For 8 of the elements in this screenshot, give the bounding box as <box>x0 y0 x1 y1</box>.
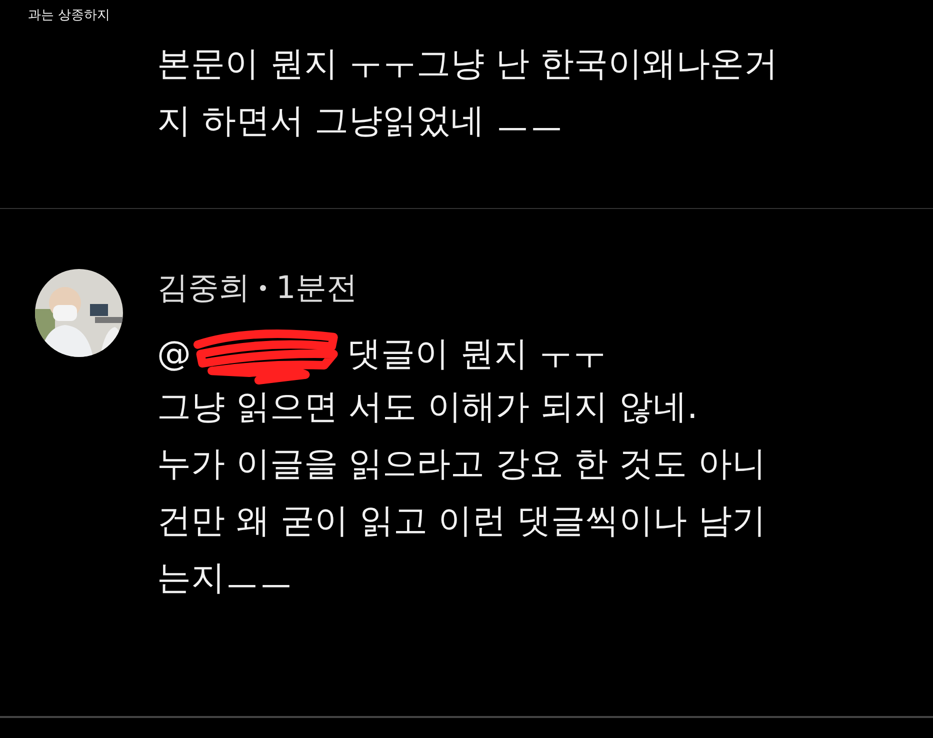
mention-link[interactable]: @ <box>157 334 191 374</box>
comment-text: 본문이 뭔지 ㅜㅜ그냥 난 한국이왜나온거 지 하면서 그냥읽었네 ㅡㅡ <box>157 43 778 143</box>
author-name[interactable]: 김중희 <box>157 267 250 309</box>
timestamp: 1분전 <box>276 269 358 308</box>
comment-text: 그냥 읽으면 서도 이해가 되지 않네. 누가 이글을 읽으라고 강요 한 것도 아니 건만 왜 굳이 읽고 이런 댓글씩이나 남기 는지ㅡㅡ <box>157 386 766 600</box>
comment-text: 댓글이 뭔지 ㅜㅜ <box>347 333 607 376</box>
separator-dot <box>260 285 266 291</box>
cut-off-text: 과는 상종하지 <box>27 7 112 25</box>
